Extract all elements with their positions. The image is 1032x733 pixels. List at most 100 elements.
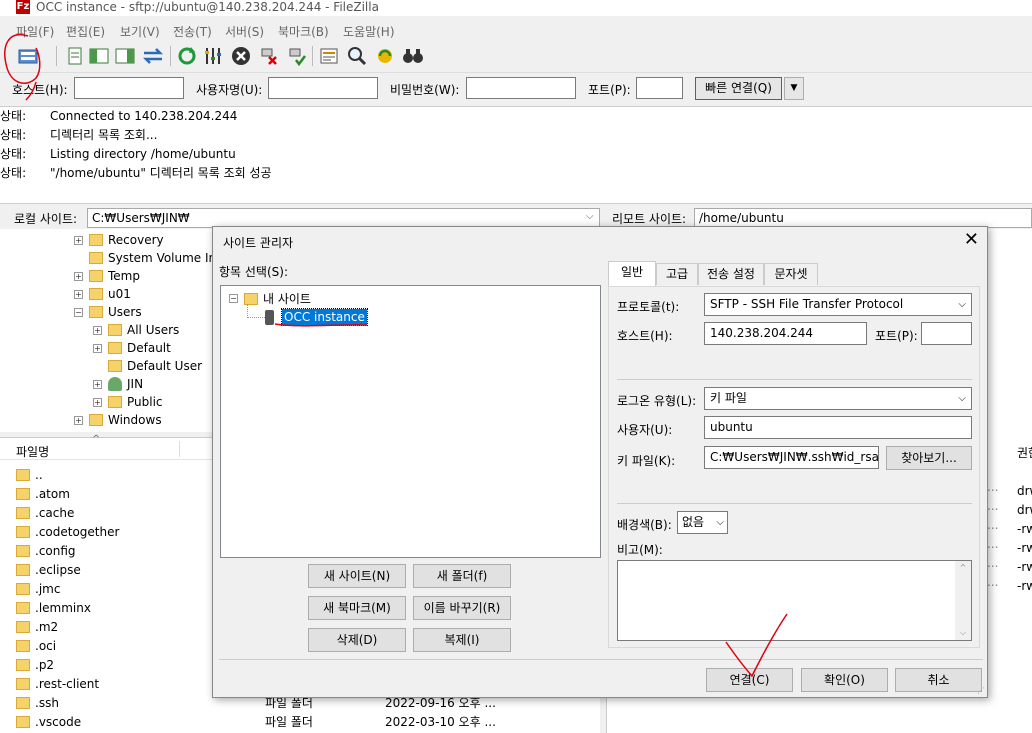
- cancel-operation-icon[interactable]: [230, 45, 252, 67]
- disconnect-icon[interactable]: [258, 45, 280, 67]
- browse-button[interactable]: 찾아보기...: [886, 446, 972, 470]
- tree-item[interactable]: Default User: [108, 357, 202, 375]
- scrollbar[interactable]: ^ ⌵: [955, 561, 971, 640]
- delete-button[interactable]: 삭제(D): [308, 628, 406, 652]
- close-icon[interactable]: ✕: [964, 229, 979, 250]
- connect-button[interactable]: 연결(C): [706, 668, 793, 692]
- user-input[interactable]: ubuntu: [704, 416, 972, 439]
- ok-button[interactable]: 확인(O): [801, 668, 888, 692]
- local-directory-tree: + Recovery System Volume Inf + Temp + u01 −…: [0, 229, 220, 432]
- chevron-down-icon: ⌵: [958, 299, 966, 310]
- quick-user-label: 사용자명(U):: [196, 83, 263, 97]
- local-tree-icon[interactable]: [88, 45, 110, 67]
- folder-icon: [16, 487, 30, 500]
- folder-icon: [16, 563, 30, 576]
- tree-item[interactable]: System Volume Inf: [89, 249, 220, 267]
- remote-site-bar: 리모트 사이트: /home/ubuntu: [606, 208, 1032, 228]
- tree-item[interactable]: − Users: [74, 303, 142, 321]
- synchronized-browsing-icon[interactable]: [374, 45, 396, 67]
- tree-root-my-sites[interactable]: − 내 사이트: [229, 290, 311, 307]
- quick-password-label: 비밀번호(W):: [390, 83, 460, 97]
- transfer-queue-icon[interactable]: [142, 45, 164, 67]
- menu-help[interactable]: 도움말(H): [343, 23, 395, 40]
- window-title: OCC instance - sftp://ubuntu@140.238.204…: [36, 0, 379, 14]
- menu-bookmarks[interactable]: 북마크(B): [278, 23, 329, 40]
- site-entry-occ-instance[interactable]: OCC instance: [265, 308, 368, 326]
- protocol-label: 프로토콜(t):: [617, 300, 680, 314]
- tab-transfer-settings[interactable]: 전송 설정: [698, 263, 764, 285]
- quick-port-input[interactable]: [636, 77, 683, 99]
- rename-button[interactable]: 이름 바꾸기(R): [413, 596, 511, 620]
- tree-item[interactable]: + Windows: [74, 411, 162, 429]
- list-item[interactable]: .vscode 파일 폴더 2022-03-10 오후 ...: [16, 712, 596, 731]
- menu-server[interactable]: 서버(S): [225, 23, 264, 40]
- duplicate-button[interactable]: 복제(I): [413, 628, 511, 652]
- port-input[interactable]: [921, 322, 972, 345]
- remote-permission-cell: -rw: [1017, 560, 1032, 574]
- new-bookmark-button[interactable]: 새 북마크(M): [308, 596, 406, 620]
- menu-transfer[interactable]: 전송(T): [173, 23, 212, 40]
- tab-charset[interactable]: 문자셋: [764, 263, 818, 285]
- logon-type-select[interactable]: 키 파일 ⌵: [704, 387, 972, 410]
- folder-icon: [16, 620, 30, 633]
- quickconnect-dropdown-icon[interactable]: ▼: [784, 77, 804, 100]
- quick-user-input[interactable]: [268, 77, 378, 99]
- remote-tree-icon[interactable]: [114, 45, 136, 67]
- tab-general[interactable]: 일반: [608, 261, 656, 286]
- new-site-button[interactable]: 새 사이트(N): [308, 564, 406, 588]
- host-input[interactable]: 140.238.204.244: [704, 322, 867, 345]
- binoculars-icon[interactable]: [402, 45, 424, 67]
- tree-item[interactable]: + u01: [74, 285, 131, 303]
- new-folder-button[interactable]: 새 폴더(f): [413, 564, 511, 588]
- menu-view[interactable]: 보기(V): [120, 23, 160, 40]
- quick-password-input[interactable]: [466, 77, 576, 99]
- search-icon[interactable]: [346, 45, 368, 67]
- quickconnect-button[interactable]: 빠른 연결(Q): [695, 77, 782, 100]
- truncation-indicator: ...: [987, 537, 999, 551]
- tree-item[interactable]: + Temp: [74, 267, 140, 285]
- filter-icon[interactable]: [202, 45, 224, 67]
- tree-item[interactable]: + Default: [93, 339, 171, 357]
- folder-icon: [89, 270, 103, 282]
- port-label: 포트(P):: [875, 329, 918, 343]
- user-folder-icon: [108, 377, 122, 391]
- site-manager-icon[interactable]: [14, 45, 44, 67]
- folder-icon: [108, 324, 122, 336]
- tree-item[interactable]: + JIN: [93, 375, 143, 393]
- truncation-indicator: ...: [987, 499, 999, 513]
- menu-file[interactable]: 파일(F): [16, 23, 54, 40]
- folder-icon: [244, 292, 258, 305]
- message-log-icon[interactable]: [64, 45, 86, 67]
- comment-textarea[interactable]: ^ ⌵: [617, 560, 972, 641]
- cancel-button[interactable]: 취소: [895, 668, 982, 692]
- keyfile-input[interactable]: C:₩Users₩JIN₩.ssh₩id_rsa: [704, 446, 879, 469]
- chevron-down-icon[interactable]: ⌵: [586, 211, 594, 222]
- resize-grip-icon[interactable]: ⋰: [977, 686, 985, 695]
- truncation-indicator: ...: [987, 556, 999, 570]
- folder-icon: [16, 525, 30, 538]
- tree-item[interactable]: + All Users: [93, 321, 179, 339]
- column-permissions[interactable]: 권한: [1017, 444, 1032, 461]
- tab-advanced[interactable]: 고급: [656, 263, 698, 285]
- background-color-select[interactable]: 없음 ⌵: [677, 511, 728, 534]
- comment-label: 비고(M):: [617, 543, 663, 557]
- refresh-icon[interactable]: [176, 45, 198, 67]
- local-site-path[interactable]: C:₩Users₩JIN₩: [87, 208, 600, 228]
- folder-icon: [89, 306, 103, 318]
- message-log: 상태: Connected to 140.238.204.244 상태: 디렉터리 …: [0, 106, 1032, 204]
- folder-icon: [16, 677, 30, 690]
- chevron-down-icon: ⌵: [958, 393, 966, 404]
- directory-listing-filter-icon[interactable]: [318, 45, 340, 67]
- menu-edit[interactable]: 편집(E): [66, 23, 105, 40]
- reconnect-icon[interactable]: [286, 45, 308, 67]
- tree-item[interactable]: + Recovery: [74, 231, 164, 249]
- column-filename[interactable]: 파일명: [16, 443, 49, 460]
- logon-type-label: 로그온 유형(L):: [617, 394, 697, 408]
- remote-site-path[interactable]: /home/ubuntu: [694, 208, 1032, 228]
- protocol-select[interactable]: SFTP - SSH File Transfer Protocol ⌵: [704, 293, 972, 316]
- quick-host-input[interactable]: [74, 77, 184, 99]
- site-manager-dialog: 사이트 관리자 ✕ 항목 선택(S): − 내 사이트 OCC instance …: [212, 226, 988, 698]
- folder-icon: [16, 506, 30, 519]
- remote-site-label: 리모트 사이트:: [612, 212, 687, 226]
- tree-item[interactable]: + Public: [93, 393, 163, 411]
